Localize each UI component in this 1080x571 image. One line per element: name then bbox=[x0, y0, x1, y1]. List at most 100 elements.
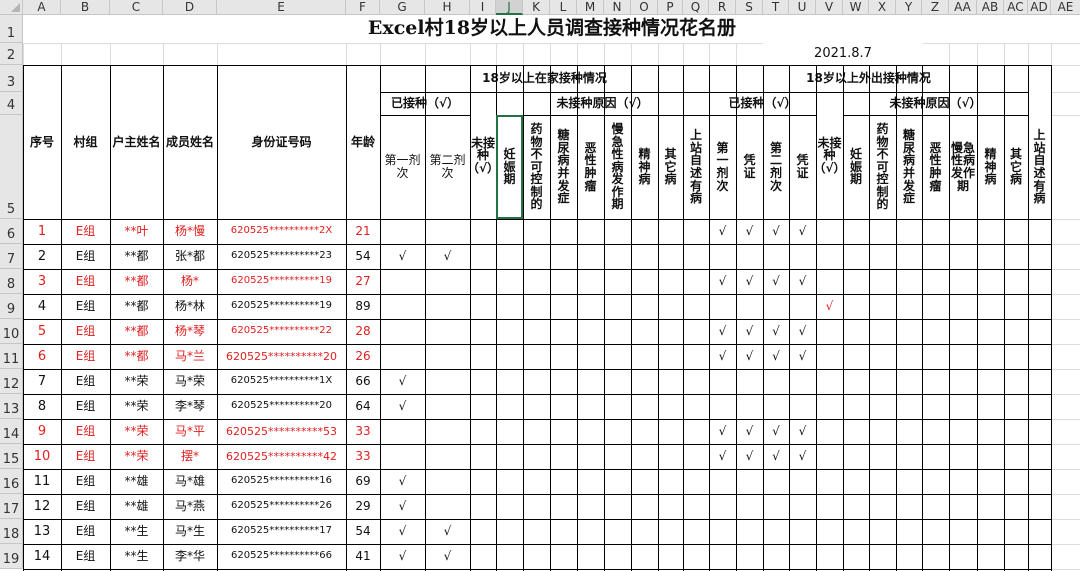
cell-name[interactable]: 李*华 bbox=[163, 544, 217, 569]
cell-name[interactable]: 马*雄 bbox=[163, 469, 217, 494]
cell-away-none[interactable] bbox=[816, 344, 843, 369]
cell-group[interactable]: E组 bbox=[61, 344, 110, 369]
cell-group[interactable]: E组 bbox=[61, 269, 110, 294]
cell-name[interactable]: 马*兰 bbox=[163, 344, 217, 369]
cell-id[interactable]: 620525**********42 bbox=[217, 444, 346, 469]
cell-name[interactable]: 杨*林 bbox=[163, 294, 217, 319]
cell-seq[interactable]: 13 bbox=[23, 519, 61, 544]
cell-away-d2[interactable] bbox=[763, 294, 789, 319]
cell-head[interactable]: **雄 bbox=[110, 494, 163, 519]
cell-head[interactable]: **都 bbox=[110, 269, 163, 294]
cell-age[interactable]: 64 bbox=[346, 394, 380, 419]
cell-away-d1[interactable]: √ bbox=[709, 219, 736, 244]
row-header-1[interactable]: 1 bbox=[0, 15, 23, 43]
column-header-ab[interactable]: AB bbox=[977, 0, 1004, 15]
cell-away-none[interactable] bbox=[816, 394, 843, 419]
column-header-r[interactable]: R bbox=[709, 0, 736, 15]
cell-name[interactable]: 马*荣 bbox=[163, 369, 217, 394]
cell-away-d1[interactable]: √ bbox=[709, 344, 736, 369]
cell-id[interactable]: 620525**********53 bbox=[217, 419, 346, 444]
cell-away-none[interactable] bbox=[816, 219, 843, 244]
cell-seq[interactable]: 3 bbox=[23, 269, 61, 294]
cell-away-d2[interactable] bbox=[763, 519, 789, 544]
cell-seq[interactable]: 2 bbox=[23, 244, 61, 269]
cell-group[interactable]: E组 bbox=[61, 469, 110, 494]
cell-away-d1[interactable]: √ bbox=[709, 444, 736, 469]
cell-home-d1[interactable] bbox=[380, 444, 425, 469]
column-header-q[interactable]: Q bbox=[683, 0, 709, 15]
cell-age[interactable]: 26 bbox=[346, 344, 380, 369]
column-header-t[interactable]: T bbox=[763, 0, 789, 15]
cell-head[interactable]: **荣 bbox=[110, 444, 163, 469]
row-header-12[interactable]: 12 bbox=[0, 369, 23, 394]
cell-group[interactable]: E组 bbox=[61, 419, 110, 444]
cell-home-d2[interactable] bbox=[425, 494, 470, 519]
cell-away-c1[interactable]: √ bbox=[736, 419, 763, 444]
column-header-u[interactable]: U bbox=[789, 0, 816, 15]
row-header-19[interactable]: 19 bbox=[0, 544, 23, 569]
cell-seq[interactable]: 9 bbox=[23, 419, 61, 444]
cell-seq[interactable]: 12 bbox=[23, 494, 61, 519]
column-header-p[interactable]: P bbox=[658, 0, 683, 15]
column-header-l[interactable]: L bbox=[550, 0, 577, 15]
cell-head[interactable]: **叶 bbox=[110, 219, 163, 244]
cell-head[interactable]: **都 bbox=[110, 294, 163, 319]
cell-id[interactable]: 620525**********23 bbox=[217, 244, 346, 269]
cell-age[interactable]: 69 bbox=[346, 469, 380, 494]
cell-home-d2[interactable] bbox=[425, 294, 470, 319]
spreadsheet-grid[interactable]: A B C D E F G H I J K L M N O P Q R S T U V W X Y Z AA AB AC AD AE 123… bbox=[0, 0, 1080, 571]
column-header-c[interactable]: C bbox=[110, 0, 163, 15]
cell-home-none[interactable] bbox=[470, 394, 496, 419]
cell-age[interactable]: 54 bbox=[346, 244, 380, 269]
cell-away-d1[interactable] bbox=[709, 469, 736, 494]
cell-away-c2[interactable]: √ bbox=[789, 269, 816, 294]
column-header-i[interactable]: I bbox=[470, 0, 496, 15]
cell-away-d2[interactable]: √ bbox=[763, 219, 789, 244]
cell-away-c2[interactable] bbox=[789, 544, 816, 569]
cell-group[interactable]: E组 bbox=[61, 244, 110, 269]
cell-away-d2[interactable]: √ bbox=[763, 419, 789, 444]
cell-away-d2[interactable] bbox=[763, 244, 789, 269]
cell-home-none[interactable] bbox=[470, 319, 496, 344]
cell-seq[interactable]: 10 bbox=[23, 444, 61, 469]
cell-home-d1[interactable] bbox=[380, 344, 425, 369]
cell-away-c2[interactable]: √ bbox=[789, 219, 816, 244]
cell-home-d2[interactable] bbox=[425, 219, 470, 244]
cell-home-none[interactable] bbox=[470, 494, 496, 519]
cell-away-c2[interactable] bbox=[789, 469, 816, 494]
select-all-corner[interactable] bbox=[0, 0, 23, 15]
column-header-z[interactable]: Z bbox=[922, 0, 949, 15]
cell-away-d2[interactable]: √ bbox=[763, 269, 789, 294]
cell-home-d1[interactable]: √ bbox=[380, 544, 425, 569]
cell-home-d1[interactable]: √ bbox=[380, 469, 425, 494]
column-header-aa[interactable]: AA bbox=[949, 0, 977, 15]
cell-away-c1[interactable]: √ bbox=[736, 444, 763, 469]
cell-age[interactable]: 28 bbox=[346, 319, 380, 344]
cell-name[interactable]: 杨*慢 bbox=[163, 219, 217, 244]
cell-home-d1[interactable] bbox=[380, 319, 425, 344]
cell-id[interactable]: 620525**********66 bbox=[217, 544, 346, 569]
cell-home-none[interactable] bbox=[470, 219, 496, 244]
cell-home-d1[interactable]: √ bbox=[380, 369, 425, 394]
cell-group[interactable]: E组 bbox=[61, 219, 110, 244]
cell-away-c1[interactable]: √ bbox=[736, 319, 763, 344]
cell-home-none[interactable] bbox=[470, 544, 496, 569]
row-header-14[interactable]: 14 bbox=[0, 419, 23, 444]
cell-head[interactable]: **都 bbox=[110, 344, 163, 369]
cell-home-none[interactable] bbox=[470, 469, 496, 494]
row-header-18[interactable]: 18 bbox=[0, 519, 23, 544]
column-header-ae[interactable]: AE bbox=[1051, 0, 1080, 15]
column-header-x[interactable]: X bbox=[869, 0, 896, 15]
cell-home-d2[interactable] bbox=[425, 394, 470, 419]
cell-away-d2[interactable] bbox=[763, 544, 789, 569]
column-header-e[interactable]: E bbox=[217, 0, 346, 15]
cell-home-d1[interactable] bbox=[380, 294, 425, 319]
row-header-5[interactable]: 5 bbox=[0, 115, 23, 219]
cell-away-none[interactable] bbox=[816, 269, 843, 294]
cell-head[interactable]: **荣 bbox=[110, 369, 163, 394]
cell-away-none[interactable] bbox=[816, 444, 843, 469]
cell-away-d1[interactable] bbox=[709, 544, 736, 569]
column-header-ac[interactable]: AC bbox=[1004, 0, 1028, 15]
cell-away-c2[interactable] bbox=[789, 519, 816, 544]
cell-seq[interactable]: 7 bbox=[23, 369, 61, 394]
